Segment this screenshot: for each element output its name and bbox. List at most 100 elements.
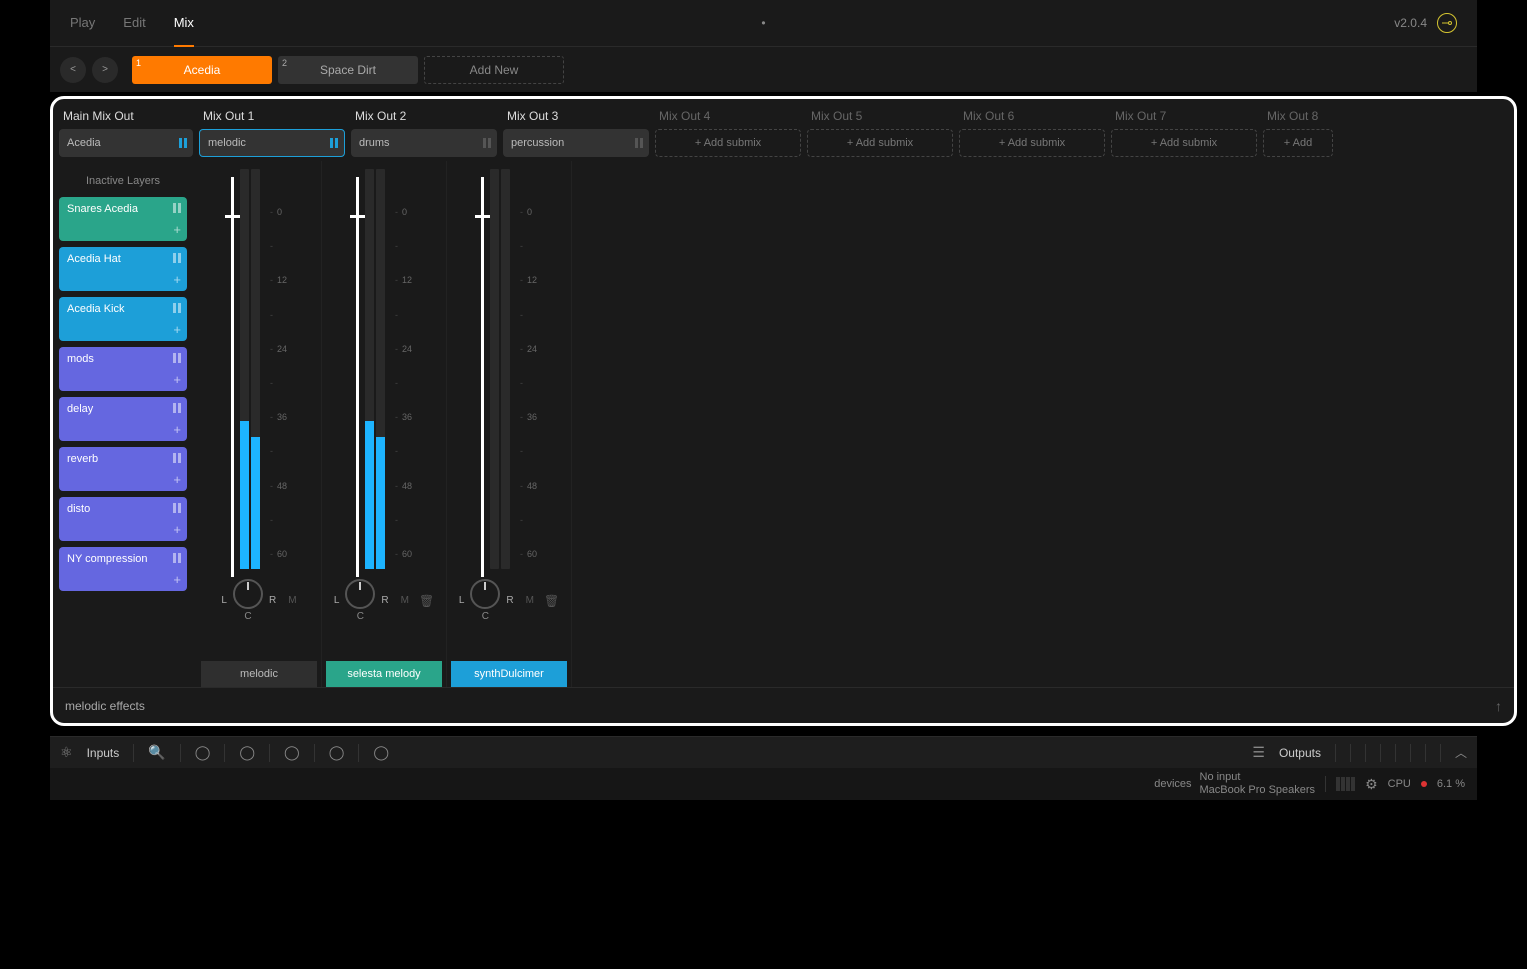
trash-icon[interactable]: 🗑 [419,594,434,608]
drag-handle-icon[interactable] [173,253,181,263]
settings-circle-icon[interactable] [1437,13,1457,33]
main-mix-out-value[interactable]: Acedia [59,129,193,157]
layer-label: Acedia Kick [67,303,124,315]
level-meter [365,169,385,569]
header-unsaved-marker: • [761,16,765,30]
drum-icon[interactable]: ◯ [284,744,300,761]
tab-mix[interactable]: Mix [174,0,194,47]
search-icon[interactable]: 🔍 [148,744,165,761]
plus-icon[interactable]: + [173,372,181,387]
effects-label: melodic effects [65,699,145,713]
arrow-up-icon[interactable]: ↑ [1495,698,1502,714]
inactive-layers-sidebar: Inactive Layers Snares Acedia + Acedia Ha… [53,161,193,687]
plus-icon[interactable]: + [173,572,181,587]
drum-icon[interactable]: ◯ [195,744,211,761]
trash-icon[interactable]: 🗑 [544,594,559,608]
fader-track[interactable] [481,177,484,577]
drag-handle-icon[interactable] [483,138,491,148]
layer-ny-compression[interactable]: NY compression+ [59,547,187,591]
device-output-line: MacBook Pro Speakers [1200,784,1316,797]
inactive-layers-header: Inactive Layers [59,167,187,191]
mute-button[interactable]: M [526,595,534,606]
drag-handle-icon[interactable] [173,203,181,213]
mix-out-6-label: Mix Out 6 [959,109,1105,123]
drag-handle-icon[interactable] [179,138,187,148]
fader-thumb[interactable] [225,215,240,218]
plus-icon[interactable]: + [173,472,181,487]
db-scale: -0 - -12 - -24 - -36 - -48 - -60 [391,169,412,569]
inputs-label[interactable]: Inputs [87,746,120,760]
add-submix-5[interactable]: + Add submix [807,129,953,157]
mute-button[interactable]: M [288,595,296,606]
pan-knob[interactable] [233,579,263,609]
preset-1-label: Acedia [184,63,221,77]
drum-icon[interactable]: ◯ [329,744,345,761]
preset-2[interactable]: 2 Space Dirt [278,56,418,84]
layer-disto[interactable]: disto+ [59,497,187,541]
drag-handle-icon[interactable] [173,303,181,313]
fader-thumb[interactable] [475,215,490,218]
channel-label[interactable]: melodic [201,661,317,687]
layer-reverb[interactable]: reverb + [59,447,187,491]
main-mix-out-label: Main Mix Out [59,109,193,123]
sliders-icon[interactable]: ☰ [1252,744,1265,761]
plus-icon[interactable]: + [173,222,181,237]
version-label: v2.0.4 [1394,16,1427,30]
layer-delay[interactable]: delay+ [59,397,187,441]
tab-play[interactable]: Play [70,0,95,47]
layer-acedia-kick[interactable]: Acedia Kick + [59,297,187,341]
status-bar: devices No input MacBook Pro Speakers ⚙ … [50,768,1477,800]
plus-icon[interactable]: + [173,522,181,537]
plus-icon[interactable]: + [173,422,181,437]
drag-handle-icon[interactable] [173,453,181,463]
mute-button[interactable]: M [401,595,409,606]
preset-next-button[interactable]: > [92,57,118,83]
tab-edit[interactable]: Edit [123,0,145,47]
mix-out-1-value[interactable]: melodic [199,129,345,157]
layer-acedia-hat[interactable]: Acedia Hat + [59,247,187,291]
cpu-label: CPU [1388,778,1411,790]
gear-icon[interactable]: ⚙ [1365,776,1378,793]
drag-handle-icon[interactable] [173,503,181,513]
pan-left-label: L [459,595,465,606]
pan-knob[interactable] [470,579,500,609]
layer-label: Snares Acedia [67,203,138,215]
add-submix-7[interactable]: + Add submix [1111,129,1257,157]
layer-label: reverb [67,453,98,465]
mix-out-2-value-text: drums [359,137,390,149]
routing-icon[interactable]: ⚛ [60,744,73,761]
effects-footer[interactable]: melodic effects ↑ [53,687,1514,723]
drag-handle-icon[interactable] [173,353,181,363]
drum-icon[interactable]: ◯ [373,744,389,761]
mix-out-5: Mix Out 5 + Add submix [807,109,953,157]
add-submix-4[interactable]: + Add submix [655,129,801,157]
fader-track[interactable] [356,177,359,577]
buffer-grid-icon[interactable] [1336,777,1355,791]
channel-label[interactable]: selesta melody [326,661,442,687]
mix-out-3: Mix Out 3 percussion [503,109,649,157]
channel-label[interactable]: synthDulcimer [451,661,567,687]
drag-handle-icon[interactable] [330,138,338,148]
drag-handle-icon[interactable] [173,403,181,413]
drag-handle-icon[interactable] [635,138,643,148]
layer-label: Acedia Hat [67,253,121,265]
layer-mods[interactable]: mods+ [59,347,187,391]
mix-out-1-value-text: melodic [208,137,246,149]
fader-thumb[interactable] [350,215,365,218]
layer-snares-acedia[interactable]: Snares Acedia + [59,197,187,241]
pan-knob[interactable] [345,579,375,609]
plus-icon[interactable]: + [173,272,181,287]
mix-out-2-value[interactable]: drums [351,129,497,157]
add-submix-6[interactable]: + Add submix [959,129,1105,157]
chevron-up-icon[interactable]: ︿ [1455,744,1467,761]
plus-icon[interactable]: + [173,322,181,337]
preset-prev-button[interactable]: < [60,57,86,83]
outputs-label[interactable]: Outputs [1279,746,1321,760]
preset-1[interactable]: 1 Acedia [132,56,272,84]
drum-icon[interactable]: ◯ [239,744,255,761]
drag-handle-icon[interactable] [173,553,181,563]
fader-track[interactable] [231,177,234,577]
mix-out-3-value[interactable]: percussion [503,129,649,157]
add-submix-8[interactable]: + Add [1263,129,1333,157]
preset-add-new[interactable]: Add New [424,56,564,84]
